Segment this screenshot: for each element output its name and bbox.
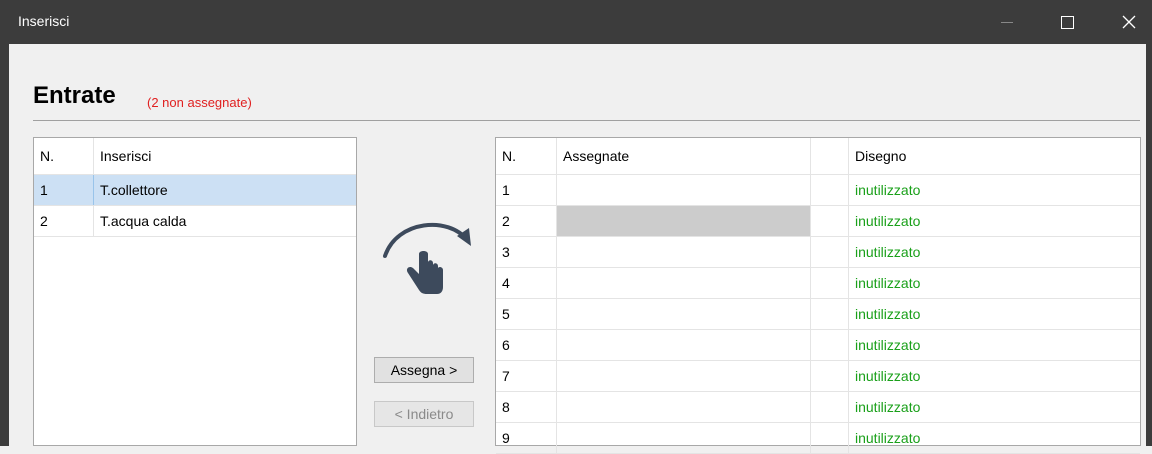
close-button[interactable] [1106,0,1152,44]
inputs-list[interactable]: N. Inserisci 1 T.collettore 2 T.acqua ca… [33,137,357,446]
table-row[interactable]: 8 inutilizzato [496,392,1140,423]
table-header: N. Inserisci [34,138,356,175]
assigned-cell[interactable] [557,392,811,422]
table-row[interactable]: 7 inutilizzato [496,361,1140,392]
back-button[interactable]: < Indietro [374,401,474,427]
row-number: 7 [496,361,557,391]
column-header-inserisci[interactable]: Inserisci [94,138,356,174]
blank-cell [811,268,849,298]
assigned-cell[interactable] [557,423,811,453]
page-title: Entrate [33,82,116,109]
drawing-cell: inutilizzato [855,368,921,384]
column-header-n[interactable]: N. [496,138,557,174]
dialog-content: Entrate (2 non assegnate) N. Inserisci 1… [9,44,1146,454]
unassigned-count: (2 non assegnate) [147,95,252,110]
window-title: Inserisci [18,13,70,29]
assignment-table[interactable]: N. Assegnate Disegno 1 inutilizzato 2 in… [495,137,1141,454]
input-name: T.collettore [100,182,168,198]
row-number: 8 [496,392,557,422]
row-number: 3 [496,237,557,267]
minimize-button[interactable] [984,0,1030,44]
assigned-cell-highlighted[interactable] [557,206,811,236]
blank-cell [811,423,849,453]
column-header-blank[interactable] [811,138,849,174]
table-row[interactable]: 2 inutilizzato [496,206,1140,237]
column-header-assegnate[interactable]: Assegnate [557,138,811,174]
close-icon [1122,15,1136,29]
blank-cell [811,392,849,422]
blank-cell [811,330,849,360]
divider [33,120,1140,121]
row-number: 1 [34,175,94,205]
table-row[interactable]: 9 inutilizzato [496,423,1140,454]
minimize-icon [1001,21,1013,23]
assigned-cell[interactable] [557,299,811,329]
drawing-cell: inutilizzato [855,430,921,446]
input-name: T.acqua calda [100,213,187,229]
table-row[interactable]: 5 inutilizzato [496,299,1140,330]
column-header-n[interactable]: N. [34,138,94,174]
drawing-cell: inutilizzato [855,182,921,198]
row-number: 4 [496,268,557,298]
row-number: 1 [496,175,557,205]
blank-cell [811,206,849,236]
list-item[interactable]: 1 T.collettore [34,175,356,206]
blank-cell [811,175,849,205]
list-item[interactable]: 2 T.acqua calda [34,206,356,237]
row-number: 5 [496,299,557,329]
drawing-cell: inutilizzato [855,399,921,415]
assign-button[interactable]: Assegna > [374,357,474,383]
blank-cell [811,361,849,391]
drawing-cell: inutilizzato [855,275,921,291]
assigned-cell[interactable] [557,361,811,391]
drawing-cell: inutilizzato [855,213,921,229]
table-row[interactable]: 4 inutilizzato [496,268,1140,299]
blank-cell [811,237,849,267]
window-border-left [0,44,9,446]
row-number: 2 [496,206,557,236]
assigned-cell[interactable] [557,175,811,205]
maximize-icon [1060,15,1074,29]
window-border-right [1146,44,1152,446]
row-number: 9 [496,423,557,453]
curved-arrow-hand-icon [383,223,471,294]
assigned-cell[interactable] [557,237,811,267]
row-number: 2 [34,206,94,236]
table-header: N. Assegnate Disegno [496,138,1140,175]
table-row[interactable]: 6 inutilizzato [496,330,1140,361]
table-row[interactable]: 1 inutilizzato [496,175,1140,206]
maximize-button[interactable] [1044,0,1090,44]
drawing-cell: inutilizzato [855,337,921,353]
assigned-cell[interactable] [557,330,811,360]
title-bar: Inserisci [0,0,1152,44]
table-row[interactable]: 3 inutilizzato [496,237,1140,268]
blank-cell [811,299,849,329]
assigned-cell[interactable] [557,268,811,298]
column-header-disegno[interactable]: Disegno [849,138,1140,174]
drawing-cell: inutilizzato [855,244,921,260]
row-number: 6 [496,330,557,360]
drawing-cell: inutilizzato [855,306,921,322]
